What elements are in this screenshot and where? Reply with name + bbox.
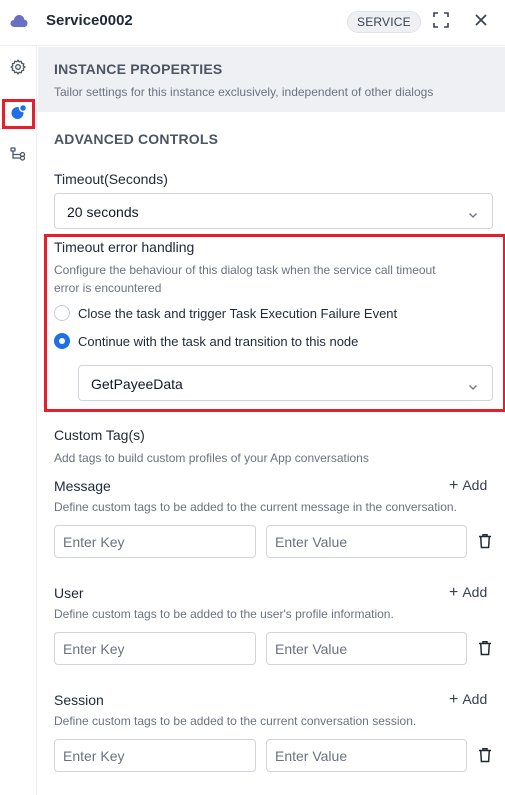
add-label: Add xyxy=(462,477,488,493)
close-button[interactable] xyxy=(469,10,493,34)
custom-tags-description: Add tags to build custom profiles of you… xyxy=(54,451,369,465)
message-tags-description: Define custom tags to be added to the cu… xyxy=(54,500,457,514)
advanced-controls-title: ADVANCED CONTROLS xyxy=(54,131,219,147)
gear-icon xyxy=(10,58,27,80)
custom-tags-title: Custom Tag(s) xyxy=(54,427,145,443)
instance-properties-tab[interactable] xyxy=(2,99,35,129)
timeout-error-highlight xyxy=(44,234,505,412)
instance-properties-panel: INSTANCE PROPERTIES Tailor settings for … xyxy=(38,47,505,795)
expand-button[interactable] xyxy=(429,10,453,34)
flow-icon xyxy=(10,146,26,167)
user-key-input[interactable] xyxy=(54,632,256,665)
node-type-badge: SERVICE xyxy=(347,11,421,33)
close-icon xyxy=(474,13,488,32)
add-message-tag-button[interactable]: + Add xyxy=(449,477,487,495)
side-rail xyxy=(0,46,37,795)
trash-icon[interactable] xyxy=(476,532,494,550)
add-label: Add xyxy=(462,584,488,600)
panel-title: Service0002 xyxy=(46,12,133,29)
add-label: Add xyxy=(462,691,488,707)
add-user-tag-button[interactable]: + Add xyxy=(449,584,487,602)
connections-tab[interactable] xyxy=(6,144,30,168)
properties-banner: INSTANCE PROPERTIES Tailor settings for … xyxy=(38,47,505,112)
expand-icon xyxy=(433,11,449,33)
trash-icon[interactable] xyxy=(476,746,494,764)
session-key-input[interactable] xyxy=(54,739,256,772)
instance-icon xyxy=(10,103,28,126)
timeout-select[interactable]: 20 seconds xyxy=(54,193,493,229)
plus-icon: + xyxy=(449,584,459,601)
message-value-input[interactable] xyxy=(266,525,467,558)
session-tags-title: Session xyxy=(54,692,104,708)
user-tags-title: User xyxy=(54,585,84,601)
message-tags-title: Message xyxy=(54,478,111,494)
panel-header: Service0002 SERVICE xyxy=(0,0,505,46)
trash-icon[interactable] xyxy=(476,639,494,657)
timeout-value: 20 seconds xyxy=(67,204,139,220)
banner-title: INSTANCE PROPERTIES xyxy=(54,61,223,77)
banner-description: Tailor settings for this instance exclus… xyxy=(54,85,434,99)
chevron-down-icon xyxy=(468,207,478,218)
plus-icon: + xyxy=(449,477,459,494)
session-value-input[interactable] xyxy=(266,739,467,772)
add-session-tag-button[interactable]: + Add xyxy=(449,691,487,709)
component-properties-tab[interactable] xyxy=(6,57,30,81)
plus-icon: + xyxy=(449,691,459,708)
message-key-input[interactable] xyxy=(54,525,256,558)
user-tags-description: Define custom tags to be added to the us… xyxy=(54,607,394,621)
cloud-icon xyxy=(10,14,28,28)
user-value-input[interactable] xyxy=(266,632,467,665)
timeout-label: Timeout(Seconds) xyxy=(54,171,168,187)
session-tags-description: Define custom tags to be added to the cu… xyxy=(54,714,417,728)
